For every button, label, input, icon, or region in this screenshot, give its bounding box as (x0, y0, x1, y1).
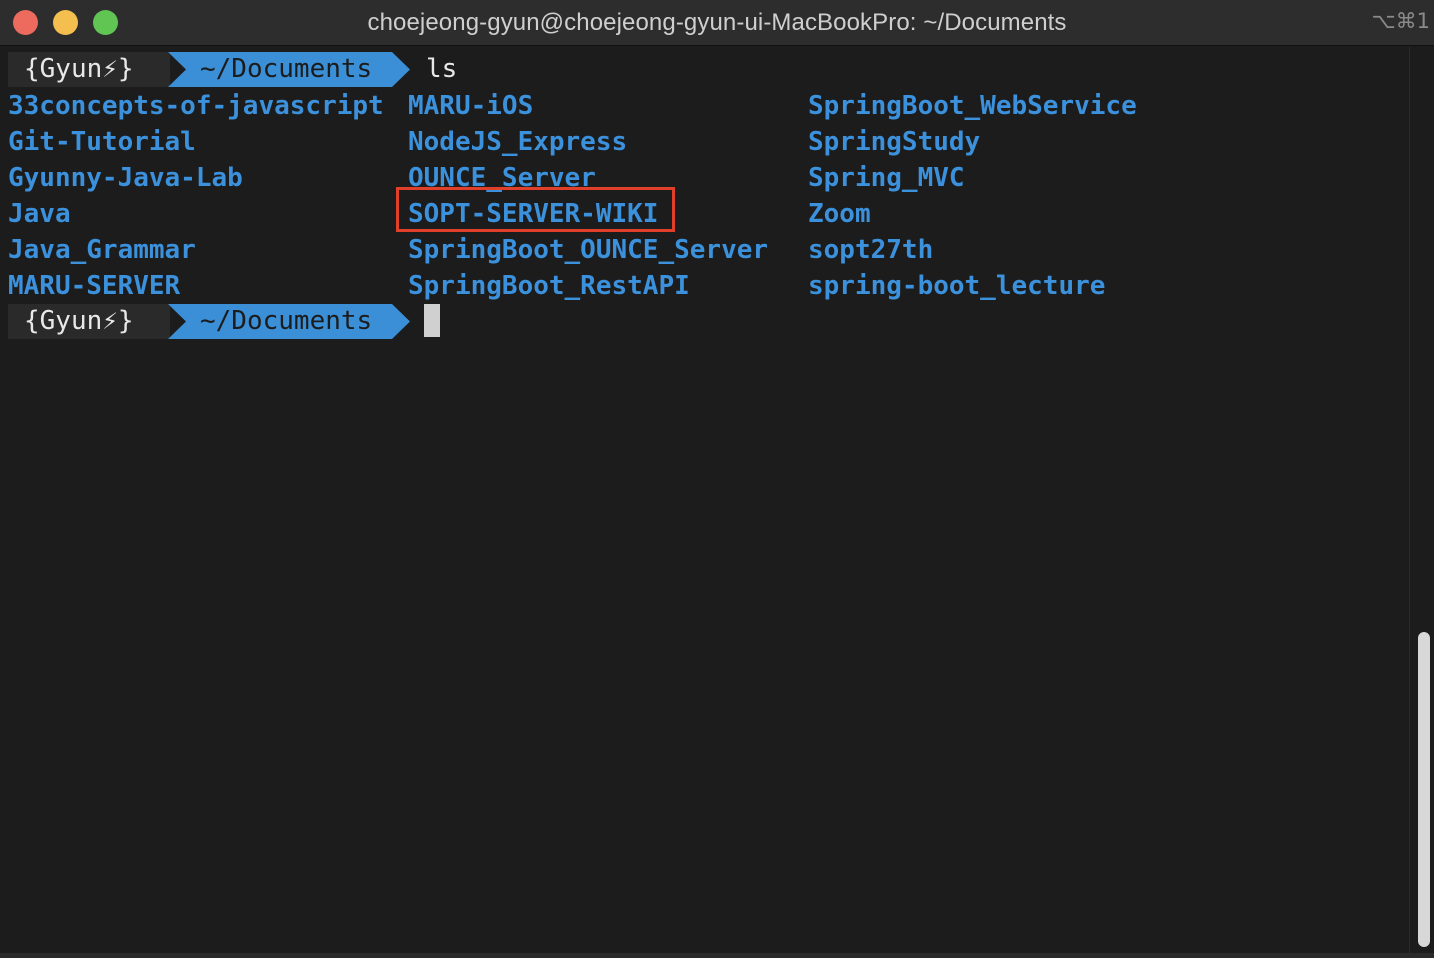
dir-entry: Java (8, 199, 71, 229)
dir-entry: sopt27th (808, 235, 934, 265)
prompt-user-segment: {Gyun⚡} (8, 52, 170, 87)
terminal-content[interactable]: {Gyun⚡} ~/Documents ls 33concepts-of-jav… (0, 47, 1410, 953)
vertical-scrollbar[interactable] (1409, 47, 1434, 953)
dir-entry: SpringBoot_WebService (808, 91, 1137, 121)
dir-entry: SpringBoot_RestAPI (408, 271, 690, 301)
dir-entry: MARU-SERVER (8, 271, 181, 301)
dir-entry: MARU-iOS (408, 91, 534, 121)
prompt-dir-segment: ~/Documents (168, 304, 410, 339)
dir-entry: SpringStudy (808, 127, 981, 157)
text-cursor[interactable] (424, 304, 440, 337)
window-bottom-edge (0, 953, 1434, 958)
prompt-dir-segment: ~/Documents (168, 52, 410, 87)
window-shortcut: ⌥⌘1 (1371, 9, 1430, 33)
dir-entry: Gyunny-Java-Lab (8, 163, 243, 193)
dir-entry: NodeJS_Express (408, 127, 628, 157)
dir-entry: Zoom (808, 199, 871, 229)
terminal-window: choejeong-gyun@choejeong-gyun-ui-MacBook… (0, 0, 1434, 958)
dir-entry: SpringBoot_OUNCE_Server (408, 235, 769, 265)
dir-entry: 33concepts-of-javascript (8, 91, 384, 121)
dir-entry: Java_Grammar (8, 235, 196, 265)
dir-entry: Git-Tutorial (8, 127, 196, 157)
dir-entry: Spring_MVC (808, 163, 965, 193)
dir-entry: spring-boot_lecture (808, 271, 1106, 301)
scrollbar-thumb[interactable] (1418, 632, 1430, 947)
prompt-user-segment: {Gyun⚡} (8, 304, 170, 339)
highlight-box (396, 187, 675, 232)
command-text: ls (426, 54, 458, 84)
title-bar[interactable]: choejeong-gyun@choejeong-gyun-ui-MacBook… (0, 0, 1434, 46)
window-title: choejeong-gyun@choejeong-gyun-ui-MacBook… (367, 9, 1067, 36)
